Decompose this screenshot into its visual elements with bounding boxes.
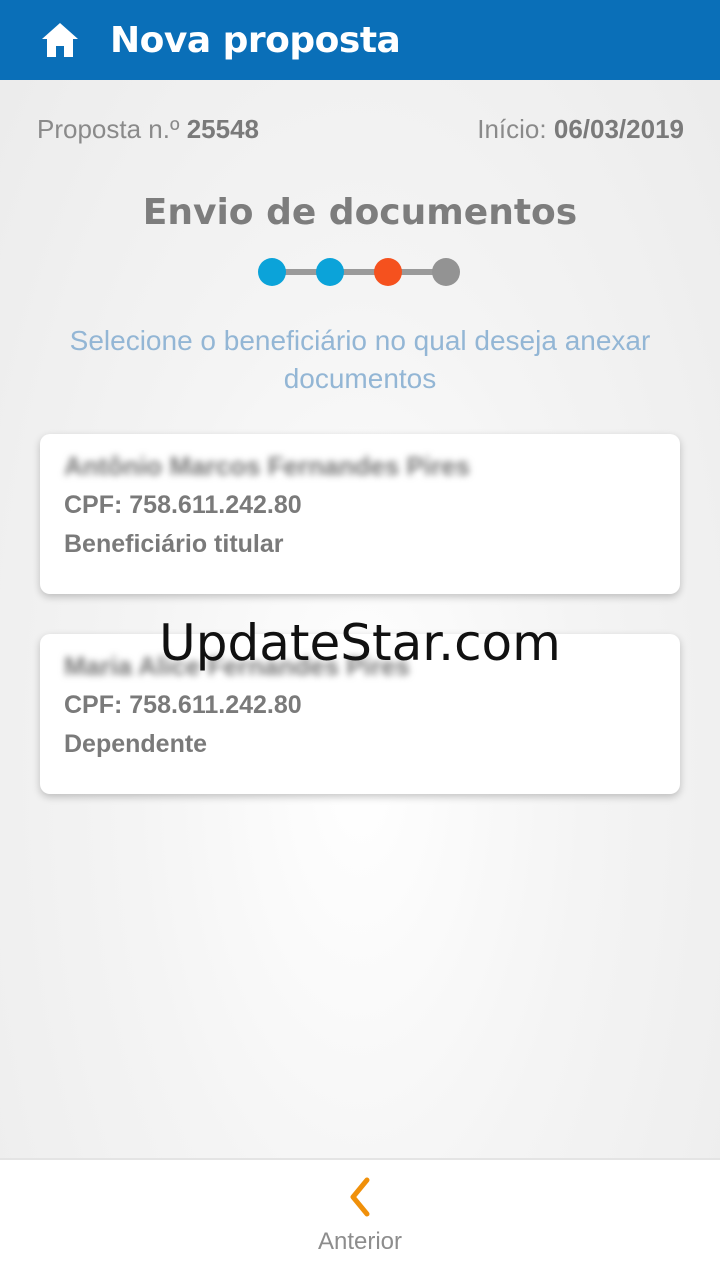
watermark: UpdateStar.com <box>159 614 561 672</box>
beneficiary-cpf: CPF: 758.611.242.80 <box>64 691 302 719</box>
step-dot-1 <box>258 258 286 286</box>
section-title: Envio de documentos <box>142 192 578 233</box>
beneficiary-role: Beneficiário titular <box>64 530 284 558</box>
step-dot-2 <box>316 258 344 286</box>
step-dot-3 <box>374 258 402 286</box>
app-bar: Nova proposta <box>0 0 720 80</box>
previous-button[interactable]: Anterior <box>300 1176 420 1276</box>
proposal-number-value: 25548 <box>186 114 260 144</box>
start-date-value: 06/03/2019 <box>553 114 684 144</box>
proposal-meta: Proposta n.º 25548 Início: 06/03/2019 <box>37 114 684 145</box>
stepper-line <box>272 269 446 275</box>
progress-stepper <box>258 258 460 286</box>
home-icon <box>42 23 78 57</box>
page-title: Nova proposta <box>110 19 401 61</box>
proposal-label: Proposta n.º <box>37 114 180 144</box>
beneficiary-role: Dependente <box>64 730 208 758</box>
previous-label: Anterior <box>317 1228 403 1255</box>
instruction-text: Selecione o beneficiário no qual deseja … <box>69 325 651 394</box>
bottom-nav: Anterior <box>0 1158 720 1280</box>
chevron-left-icon <box>350 1177 370 1217</box>
beneficiary-cpf: CPF: 758.611.242.80 <box>64 491 302 519</box>
start-label: Início: <box>477 114 547 144</box>
start-date: Início: 06/03/2019 <box>477 114 684 145</box>
beneficiary-card[interactable]: Antônio Marcos Fernandes Pires CPF: 758.… <box>40 434 680 594</box>
home-button[interactable] <box>39 19 81 61</box>
beneficiary-name: Antônio Marcos Fernandes Pires <box>64 451 470 481</box>
proposal-number: Proposta n.º 25548 <box>37 114 259 145</box>
step-dot-4 <box>432 258 460 286</box>
